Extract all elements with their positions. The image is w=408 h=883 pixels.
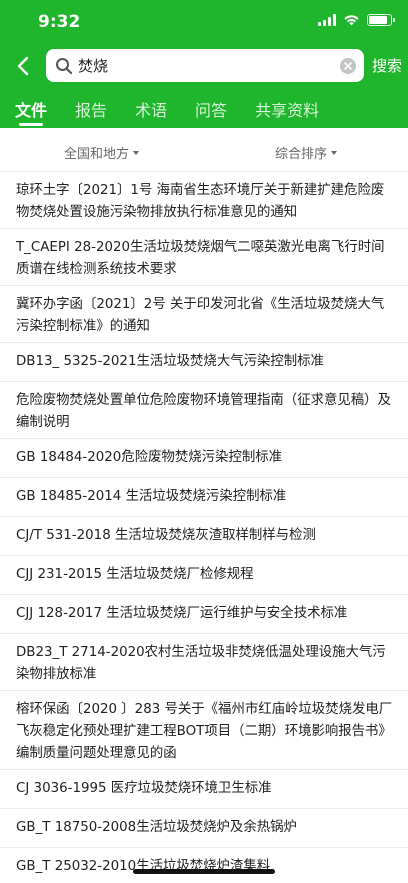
tab-shared-materials[interactable]: 共享资料 (255, 97, 319, 128)
tab-files[interactable]: 文件 (15, 97, 47, 128)
list-item[interactable]: CJ 3036-1995 医疗垃圾焚烧环境卫生标准 (0, 770, 408, 809)
list-item[interactable]: DB23_T 2714-2020农村生活垃圾非焚烧低温处理设施大气污染物排放标准 (0, 634, 408, 691)
result-list: 琼环土字〔2021〕1号 海南省生态环境厅关于新建扩建危险废物焚烧处置设施污染物… (0, 172, 408, 883)
caret-down-icon (133, 150, 140, 155)
list-item[interactable]: GB 18485-2014 生活垃圾焚烧污染控制标准 (0, 478, 408, 517)
region-filter-label: 全国和地方 (64, 147, 130, 162)
list-item[interactable]: 危险废物焚烧处置单位危险废物环境管理指南（征求意见稿）及编制说明 (0, 382, 408, 439)
header: 9:32 焚烧 搜索 文件 报告 术语 问答 共享资料 (0, 0, 408, 128)
tab-bar: 文件 报告 术语 问答 共享资料 (15, 97, 347, 128)
caret-down-icon (331, 150, 338, 155)
list-item[interactable]: CJ/T 531-2018 生活垃圾焚烧灰渣取样制样与检测 (0, 517, 408, 556)
list-item[interactable]: 琼环土字〔2021〕1号 海南省生态环境厅关于新建扩建危险废物焚烧处置设施污染物… (0, 172, 408, 229)
status-bar: 9:32 (0, 0, 408, 44)
status-icons (318, 14, 395, 26)
sort-filter-label: 综合排序 (275, 147, 328, 162)
region-filter[interactable]: 全国和地方 (64, 143, 140, 162)
search-query-text[interactable]: 焚烧 (78, 55, 340, 76)
list-item[interactable]: GB 18484-2020危险废物焚烧污染控制标准 (0, 439, 408, 478)
home-indicator (133, 869, 275, 874)
back-button[interactable] (10, 51, 36, 81)
search-row: 焚烧 搜索 (0, 49, 408, 83)
search-button[interactable]: 搜索 (372, 55, 402, 76)
status-time: 9:32 (38, 12, 81, 32)
search-input[interactable]: 焚烧 (46, 49, 364, 82)
tab-qa[interactable]: 问答 (195, 97, 227, 128)
list-item[interactable]: CJJ 128-2017 生活垃圾焚烧厂运行维护与安全技术标准 (0, 595, 408, 634)
tab-reports[interactable]: 报告 (75, 97, 107, 128)
wifi-icon (344, 15, 359, 26)
clear-icon[interactable] (340, 57, 356, 74)
sort-filter[interactable]: 综合排序 (275, 143, 338, 162)
filter-bar: 全国和地方 综合排序 (0, 128, 408, 172)
list-item[interactable]: 榕环保函〔2020 〕283 号关于《福州市红庙岭垃圾焚烧发电厂飞灰稳定化预处理… (0, 691, 408, 770)
back-icon (17, 56, 29, 76)
list-item[interactable]: CJJ 231-2015 生活垃圾焚烧厂检修规程 (0, 556, 408, 595)
battery-icon (367, 14, 395, 26)
signal-icon (318, 14, 336, 26)
list-item[interactable]: 冀环办字函〔2021〕2号 关于印发河北省《生活垃圾焚烧大气污染控制标准》的通知 (0, 286, 408, 343)
tab-terms[interactable]: 术语 (135, 97, 167, 128)
list-item[interactable]: GB_T 18750-2008生活垃圾焚烧炉及余热锅炉 (0, 809, 408, 848)
search-icon (55, 57, 73, 75)
list-item[interactable]: DB13_ 5325-2021生活垃圾焚烧大气污染控制标准 (0, 343, 408, 382)
list-item[interactable]: T_CAEPI 28-2020生活垃圾焚烧烟气二噁英激光电离飞行时间质谱在线检测… (0, 229, 408, 286)
list-item[interactable]: GB_T 25032-2010生活垃圾焚烧炉渣集料 (0, 848, 408, 883)
